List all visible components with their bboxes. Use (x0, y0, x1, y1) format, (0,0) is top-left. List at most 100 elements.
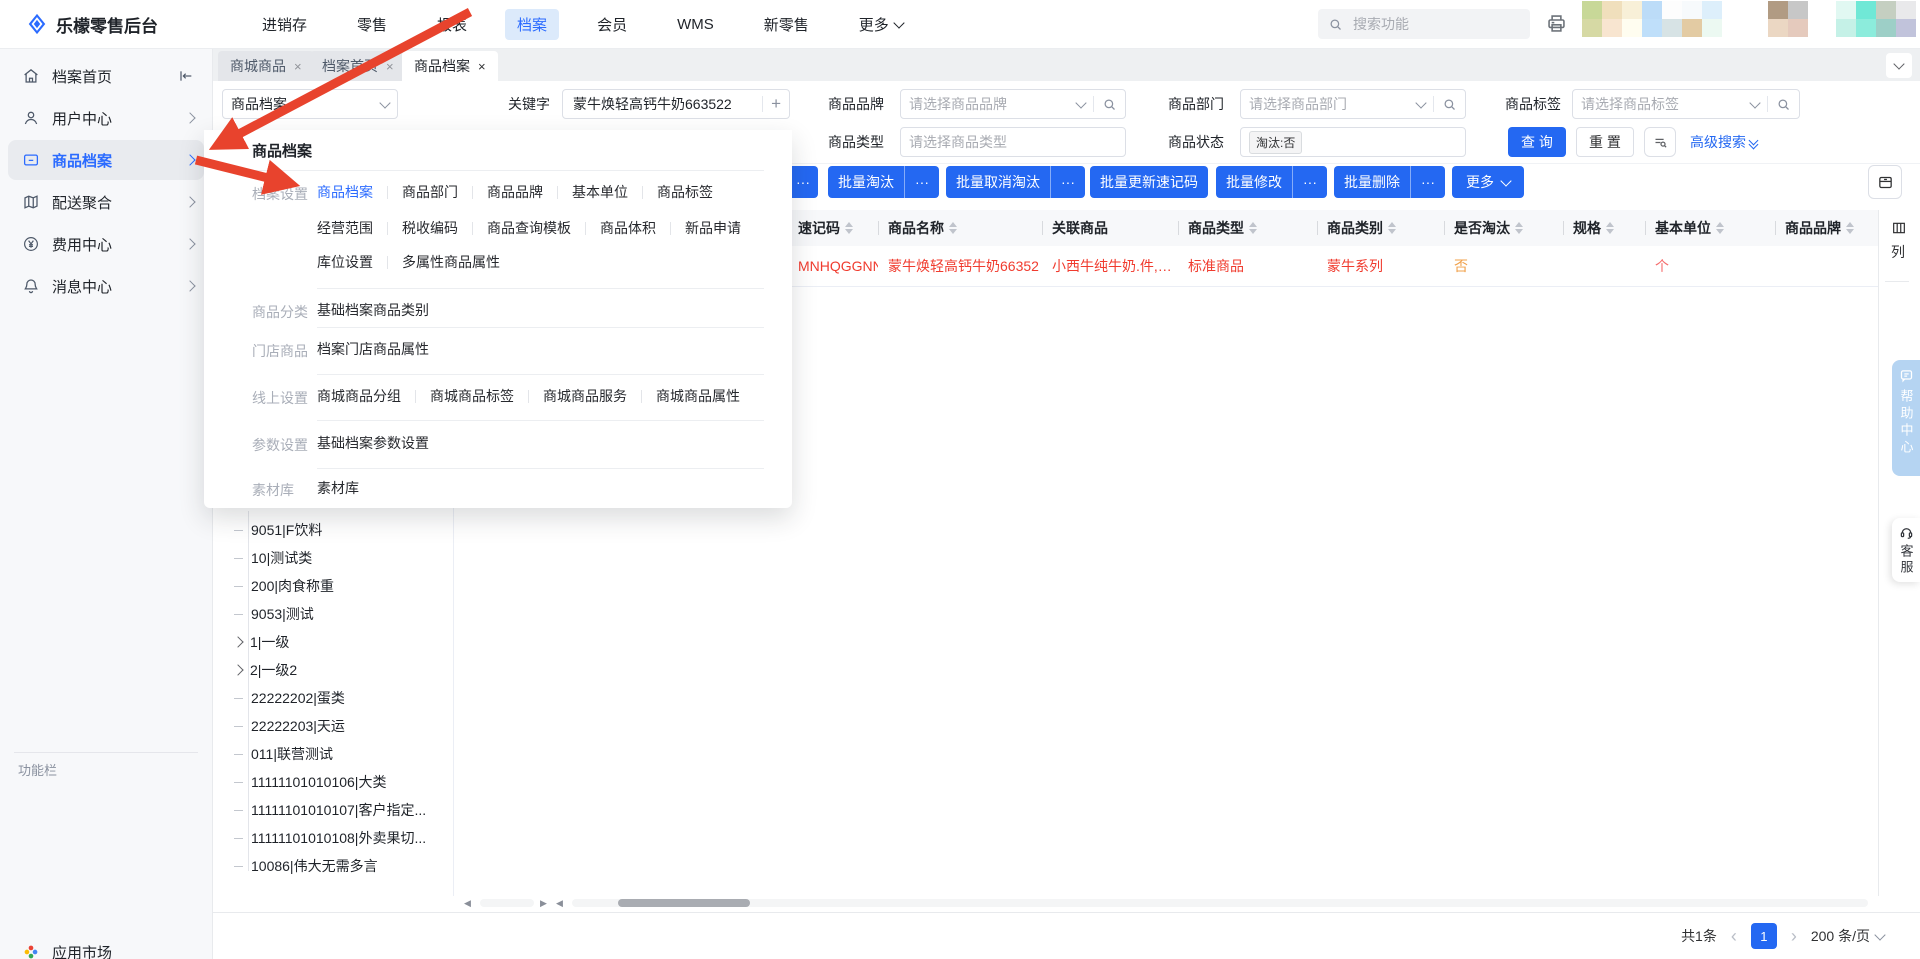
help-center-widget[interactable]: 帮助中心 (1892, 360, 1920, 476)
search-icon[interactable] (1102, 97, 1117, 112)
printer-icon[interactable] (1546, 13, 1567, 34)
tree-node[interactable]: 22222203|天运 (234, 712, 345, 740)
nav-item-more[interactable]: 更多 (847, 9, 915, 40)
department-select[interactable]: 请选择商品部门 (1240, 89, 1466, 119)
nav-item-new-retail[interactable]: 新零售 (752, 9, 821, 40)
type-select[interactable]: 请选择商品类型 (900, 127, 1126, 157)
menu-item-bin-settings[interactable]: 库位设置 (317, 252, 373, 272)
tag-select[interactable]: 请选择商品标签 (1572, 89, 1800, 119)
columns-icon[interactable] (1891, 220, 1907, 236)
batch-delete-more-button[interactable]: ··· (1411, 174, 1445, 190)
column-header-shortcode[interactable]: 速记码 (788, 210, 878, 246)
sidebar-item-delivery[interactable]: 配送聚合 (8, 182, 204, 222)
nav-item-purchase[interactable]: 进销存 (250, 9, 319, 40)
batch-update-shortcode-button[interactable]: 批量更新速记码 (1090, 166, 1208, 198)
tree-scroll-left-icon[interactable]: ◀ (464, 897, 471, 909)
batch-edit-button[interactable]: 批量修改 (1216, 172, 1292, 192)
tree-node[interactable]: 11111101010107|客户指定... (234, 796, 426, 824)
query-button[interactable]: 查 询 (1508, 127, 1566, 157)
menu-item-mall-group[interactable]: 商城商品分组 (317, 386, 401, 406)
column-header-product-type[interactable]: 商品类型 (1178, 210, 1317, 246)
nav-item-archive[interactable]: 档案 (505, 8, 560, 40)
menu-item-product-archive[interactable]: 商品档案 (317, 182, 373, 202)
chevron-right-icon[interactable] (232, 636, 244, 648)
status-tag[interactable]: 淘汰:否 (1249, 130, 1303, 154)
sort-icon[interactable] (1249, 222, 1257, 234)
keyword-input-box[interactable]: + (562, 89, 790, 119)
menu-item-base-category[interactable]: 基础档案商品类别 (317, 300, 429, 320)
tree-node[interactable]: 9051|F饮料 (234, 516, 322, 544)
sort-icon[interactable] (1716, 222, 1724, 234)
column-header-brand[interactable]: 商品品牌 (1775, 210, 1878, 246)
page-number-button[interactable]: 1 (1750, 923, 1777, 949)
chevron-right-icon[interactable] (232, 664, 244, 676)
tab-archive-home[interactable]: 档案首页 × (310, 51, 406, 81)
sidebar-item-product-archive[interactable]: 商品档案 (8, 140, 204, 180)
menu-item-query-template[interactable]: 商品查询模板 (487, 218, 571, 238)
nav-item-member[interactable]: 会员 (585, 9, 639, 40)
brand-select[interactable]: 请选择商品品牌 (900, 89, 1126, 119)
tree-node[interactable]: 11111101010106|大类 (234, 768, 386, 796)
batch-obsolete-more-button[interactable]: ··· (905, 174, 939, 190)
menu-item-mall-attr[interactable]: 商城商品属性 (656, 386, 740, 406)
batch-edit-more-button[interactable]: ··· (1293, 174, 1327, 190)
nav-item-wms[interactable]: WMS (665, 11, 726, 38)
search-icon[interactable] (1442, 97, 1457, 112)
tree-node[interactable]: 011|联营测试 (234, 740, 333, 768)
nav-item-report[interactable]: 报表 (425, 9, 479, 40)
sidebar-item-message-center[interactable]: 消息中心 (8, 266, 204, 306)
tree-scroll-right-icon[interactable]: ▶ (540, 897, 547, 909)
more-actions-button[interactable]: 更多 (1452, 166, 1524, 198)
sidebar-item-expense-center[interactable]: 费用中心 (8, 224, 204, 264)
menu-item-product-volume[interactable]: 商品体积 (600, 218, 656, 238)
avatar[interactable] (1836, 1, 1916, 37)
tree-scrollbar-track[interactable] (480, 899, 534, 907)
sidebar-item-app-market[interactable]: 应用市场 (8, 932, 204, 959)
advanced-search-link[interactable]: 高级搜索 (1690, 127, 1759, 157)
menu-item-product-department[interactable]: 商品部门 (402, 182, 458, 202)
column-settings-label[interactable]: 列 (1891, 242, 1905, 262)
search-icon[interactable] (1776, 97, 1791, 112)
avatar[interactable] (1768, 1, 1808, 37)
collapse-sidebar-icon[interactable] (178, 68, 194, 84)
menu-item-param-settings[interactable]: 基础档案参数设置 (317, 433, 429, 453)
tree-node[interactable]: 10086|伟大无需多言 (234, 852, 378, 880)
menu-item-mall-service[interactable]: 商城商品服务 (543, 386, 627, 406)
customer-service-widget[interactable]: 客服 (1892, 518, 1920, 582)
menu-item-business-scope[interactable]: 经营范围 (317, 218, 373, 238)
prev-page-icon[interactable]: ‹ (1731, 926, 1737, 947)
table-scrollbar-track[interactable] (572, 899, 1868, 907)
sort-icon[interactable] (1388, 222, 1396, 234)
nav-item-retail[interactable]: 零售 (345, 9, 399, 40)
sort-icon[interactable] (1846, 222, 1854, 234)
column-header-product-name[interactable]: 商品名称 (878, 210, 1042, 246)
tab-overflow-button[interactable] (1886, 53, 1912, 78)
reset-button[interactable]: 重 置 (1576, 127, 1634, 157)
page-size-select[interactable]: 200 条/页 (1811, 926, 1886, 946)
column-header-spec[interactable]: 规格 (1563, 210, 1645, 246)
next-page-icon[interactable]: › (1791, 926, 1797, 947)
sort-icon[interactable] (949, 222, 957, 234)
close-icon[interactable]: × (478, 59, 486, 74)
sidebar-item-archive-home[interactable]: 档案首页 (8, 56, 204, 96)
menu-item-product-brand[interactable]: 商品品牌 (487, 182, 543, 202)
batch-obsolete-button[interactable]: 批量淘汰 (828, 172, 904, 192)
tree-node-expandable[interactable]: 1|一级 (232, 628, 289, 656)
sort-icon[interactable] (1606, 222, 1614, 234)
menu-item-multi-attribute[interactable]: 多属性商品属性 (402, 252, 500, 272)
menu-item-new-product-request[interactable]: 新品申请 (685, 218, 741, 238)
tree-node[interactable]: 9053|测试 (234, 600, 314, 628)
tree-node-expandable[interactable]: 2|一级2 (232, 656, 297, 684)
column-header-base-unit[interactable]: 基本单位 (1645, 210, 1775, 246)
menu-item-mall-tag[interactable]: 商城商品标签 (430, 386, 514, 406)
status-select[interactable]: 淘汰:否 (1240, 127, 1466, 157)
global-search[interactable] (1318, 9, 1530, 39)
menu-item-material-library[interactable]: 素材库 (317, 478, 359, 498)
keyword-input[interactable] (571, 95, 755, 113)
sidebar-item-user-center[interactable]: 用户中心 (8, 98, 204, 138)
sort-icon[interactable] (1515, 222, 1523, 234)
tab-product-archive[interactable]: 商品档案 × (402, 51, 498, 81)
tree-node[interactable]: 200|肉食称重 (234, 572, 334, 600)
menu-item-tax-code[interactable]: 税收编码 (402, 218, 458, 238)
tree-node[interactable]: 11111101010108|外卖果切... (234, 824, 426, 852)
